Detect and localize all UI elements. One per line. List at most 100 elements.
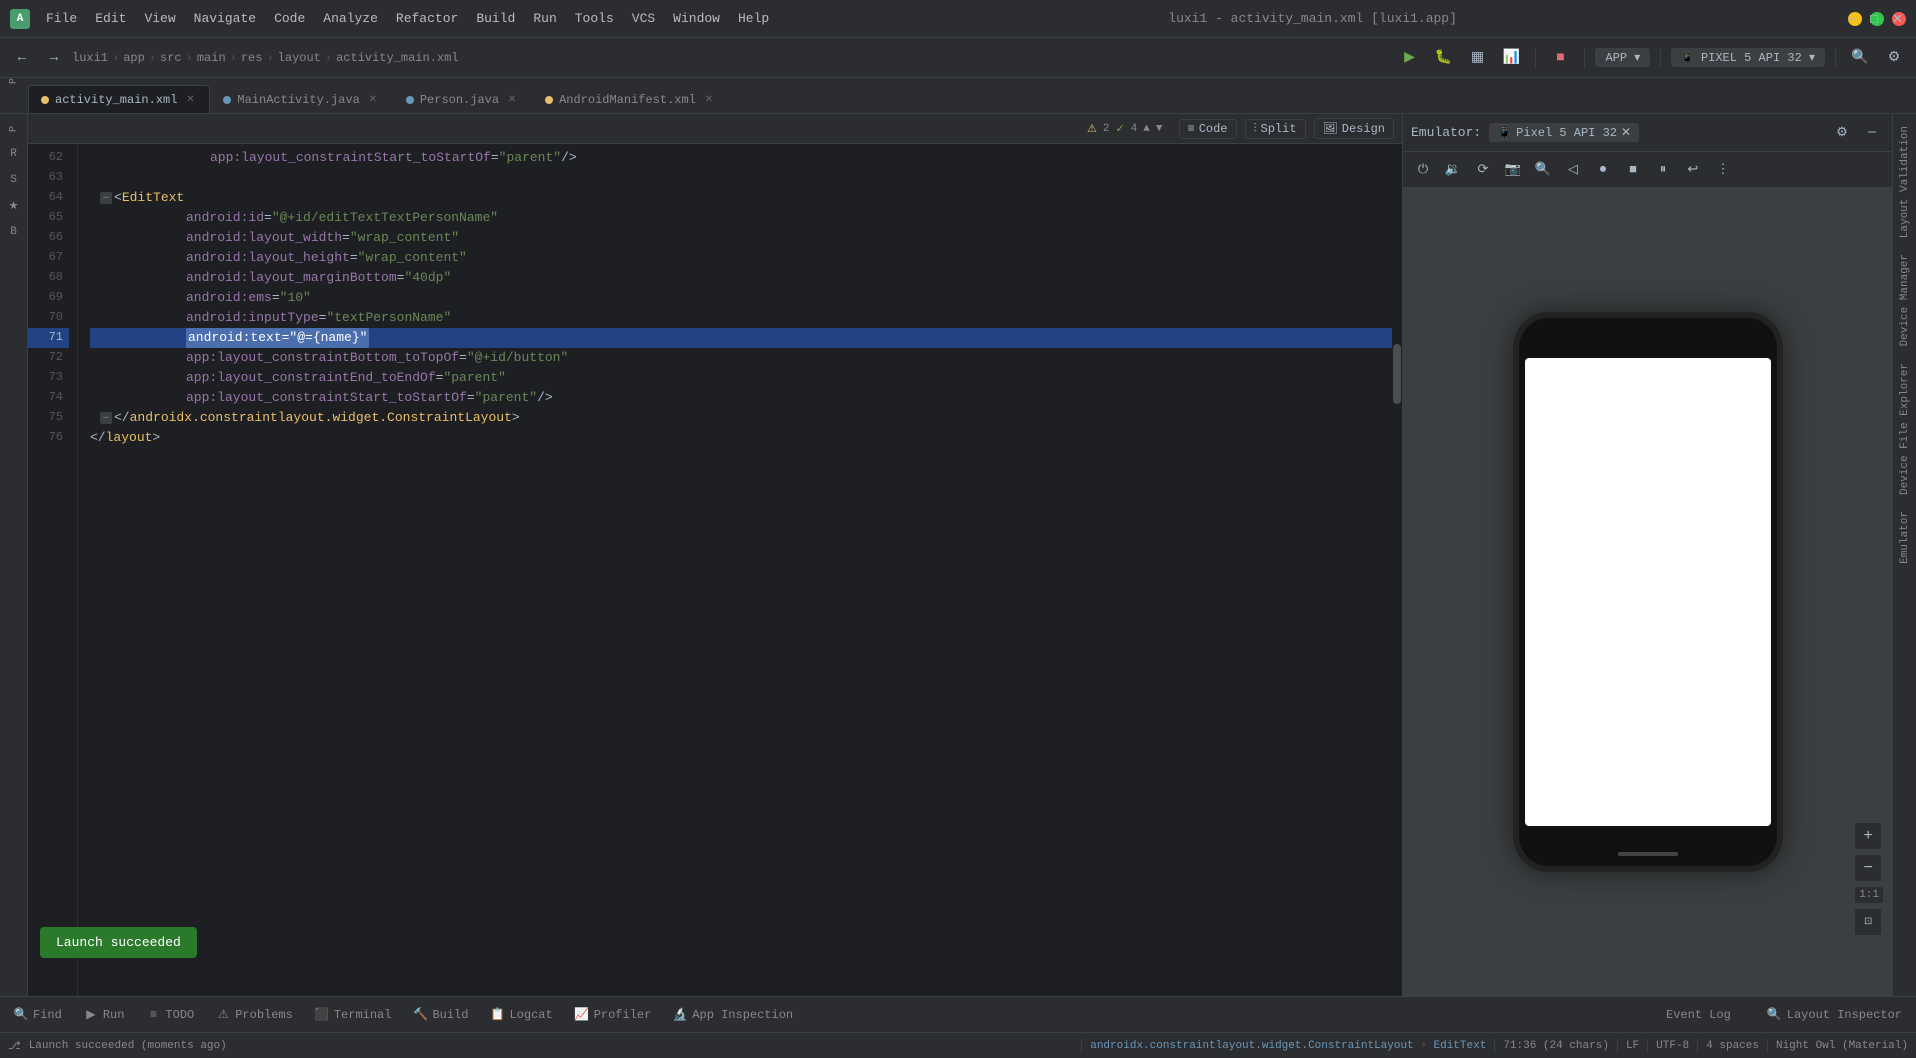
sidebar-project-icon[interactable]: P [2,118,26,140]
menu-edit[interactable]: Edit [87,8,134,29]
device-close-icon[interactable]: ✕ [1621,125,1631,140]
run-button[interactable]: ▶ [1395,44,1423,72]
menu-tools[interactable]: Tools [567,8,622,29]
menu-build[interactable]: Build [468,8,523,29]
breadcrumb-app[interactable]: app [123,51,145,65]
zoom-fit-button[interactable]: ⊡ [1854,908,1882,936]
sidebar-build-variants-icon[interactable]: B [2,220,26,244]
debug-button[interactable]: 🐛 [1429,44,1457,72]
code-content[interactable]: app:layout_constraintStart_toStartOf="pa… [78,144,1392,996]
undo-button[interactable]: ↩ [1681,158,1705,182]
zoom-button[interactable]: 🔍 [1531,158,1555,182]
vtab-layout-validation[interactable]: Layout Validation [1895,118,1915,246]
forward-button[interactable]: → [40,44,68,72]
menu-window[interactable]: Window [665,8,728,29]
expand-icon[interactable]: ▼ [1156,123,1163,135]
breadcrumb-res[interactable]: res [241,51,263,65]
app-selector[interactable]: APP ▾ [1595,48,1650,67]
vtab-device-file-explorer[interactable]: Device File Explorer [1895,355,1915,503]
design-view-button[interactable]: 🖼 Design [1314,118,1394,139]
zoom-out-button[interactable]: − [1854,854,1882,882]
tab-person-close[interactable]: ✕ [505,93,519,107]
tab-mainactivity-close[interactable]: ✕ [366,93,380,107]
bottom-tab-find[interactable]: 🔍 Find [4,1001,72,1029]
menu-refactor[interactable]: Refactor [388,8,466,29]
sidebar-favorites-icon[interactable]: ★ [2,194,26,218]
bottom-tab-todo[interactable]: ≡ TODO [136,1001,204,1029]
maximize-button[interactable]: □ [1870,12,1884,26]
coverage-button[interactable]: ▦ [1463,44,1491,72]
emulator-settings-button[interactable]: ⚙ [1830,121,1854,145]
phone-home-indicator [1618,852,1678,856]
bottom-tab-terminal[interactable]: ⬛ Terminal [305,1001,402,1029]
vtab-emulator[interactable]: Emulator [1895,503,1915,572]
menu-code[interactable]: Code [266,8,313,29]
screenshot-button[interactable]: 📷 [1501,158,1525,182]
bottom-tab-build[interactable]: 🔨 Build [403,1001,478,1029]
bottom-tab-profiler[interactable]: 📈 Profiler [565,1001,662,1029]
tab-person-icon [406,96,414,104]
menu-run[interactable]: Run [525,8,564,29]
record-button[interactable]: ⏸ [1651,158,1675,182]
rotate-button[interactable]: ⟳ [1471,158,1495,182]
tab-activity-main-close[interactable]: ✕ [183,93,197,107]
minimize-button[interactable]: ─ [1848,12,1862,26]
sidebar-resource-icon[interactable]: R [2,142,26,166]
breadcrumb-layout[interactable]: layout [278,51,321,65]
back-button[interactable]: ← [8,44,36,72]
menu-analyze[interactable]: Analyze [315,8,386,29]
code-editor[interactable]: 62 63 64 65 66 67 68 69 70 71 72 73 74 7… [28,144,1402,996]
left-sidebar: P R S ★ B [0,114,28,996]
power-button[interactable]: ⏻ [1411,158,1435,182]
tab-manifest[interactable]: AndroidManifest.xml ✕ [532,85,729,113]
split-view-icon: ⫶ [1254,122,1257,136]
more-button[interactable]: ⋮ [1711,158,1735,182]
terminal-icon: ⬛ [315,1008,329,1022]
zoom-in-button[interactable]: + [1854,822,1882,850]
bottom-tab-problems[interactable]: ⚠ Problems [206,1001,303,1029]
tab-manifest-close[interactable]: ✕ [702,93,716,107]
menu-view[interactable]: View [136,8,183,29]
menu-help[interactable]: Help [730,8,777,29]
back-nav-button[interactable]: ◁ [1561,158,1585,182]
settings-button[interactable]: ⚙ [1880,44,1908,72]
sidebar-project[interactable]: P [4,78,24,84]
search-button[interactable]: 🔍 [1846,44,1874,72]
tab-person[interactable]: Person.java ✕ [393,85,532,113]
phone-screen[interactable] [1525,358,1771,826]
recents-nav-button[interactable]: ■ [1621,158,1645,182]
emulator-minimize-button[interactable]: ─ [1860,121,1884,145]
emulator-device-selector[interactable]: 📱 Pixel 5 API 32 ✕ [1489,123,1639,142]
device-selector[interactable]: 📱 PIXEL 5 API 32 ▾ [1671,48,1825,67]
tab-activity-main[interactable]: activity_main.xml ✕ [28,85,210,113]
vtab-device-manager[interactable]: Device Manager [1895,246,1915,354]
tab-person-label: Person.java [420,93,499,107]
event-log-tab[interactable]: Event Log [1656,1001,1741,1029]
breadcrumb-file[interactable]: activity_main.xml [336,51,458,65]
breadcrumb-main[interactable]: main [197,51,226,65]
breadcrumb-src[interactable]: src [160,51,182,65]
bottom-tab-logcat[interactable]: 📋 Logcat [480,1001,562,1029]
layout-inspector-tab[interactable]: 🔍 Layout Inspector [1757,1001,1912,1029]
menu-vcs[interactable]: VCS [624,8,663,29]
split-view-button[interactable]: ⫶ Split [1245,119,1306,139]
close-button[interactable]: ✕ [1892,12,1906,26]
line-62: 62 [28,148,69,168]
fold-icon-75[interactable]: ─ [100,412,112,424]
sidebar-structure-icon[interactable]: S [2,168,26,192]
menu-navigate[interactable]: Navigate [186,8,264,29]
menu-file[interactable]: File [38,8,85,29]
code-view-button[interactable]: ≡ Code [1179,119,1237,139]
fold-icon-64[interactable]: ─ [100,192,112,204]
profile-button[interactable]: 📊 [1497,44,1525,72]
bottom-tab-run[interactable]: ▶ Run [74,1001,135,1029]
collapse-icon[interactable]: ▲ [1143,123,1150,135]
bottom-tab-app-inspection[interactable]: 🔬 App Inspection [663,1001,803,1029]
volume-down-button[interactable]: 🔉 [1441,158,1465,182]
stop-button[interactable]: ■ [1546,44,1574,72]
breadcrumb-luxi1[interactable]: luxi1 [72,51,108,65]
scrollbar-thumb[interactable] [1393,344,1401,404]
home-nav-button[interactable]: ⏺ [1591,158,1615,182]
vertical-scrollbar[interactable] [1392,144,1402,996]
tab-mainactivity[interactable]: MainActivity.java ✕ [210,85,392,113]
